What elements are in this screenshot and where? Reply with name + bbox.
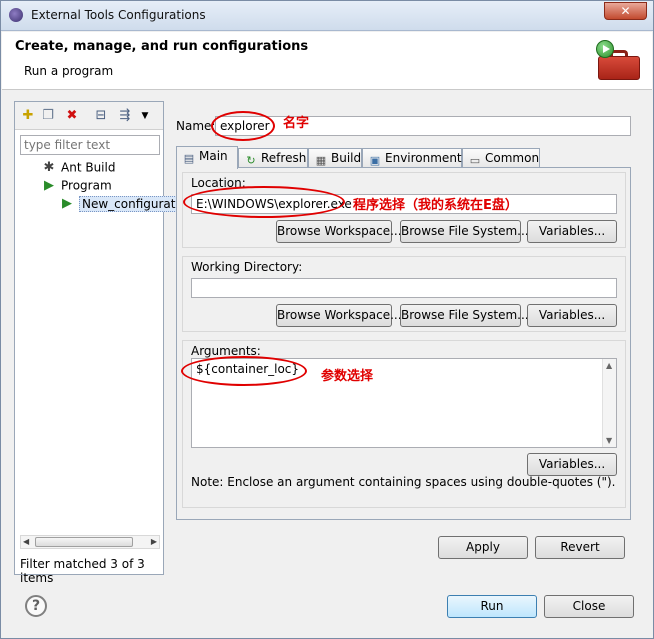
workdir-variables-button[interactable]: Variables... xyxy=(527,304,617,327)
arguments-note: Note: Enclose an argument containing spa… xyxy=(191,475,616,489)
new-config-icon[interactable]: ✚ xyxy=(20,108,36,124)
revert-button[interactable]: Revert xyxy=(535,536,625,559)
tree-item-program[interactable]: ▶ Program xyxy=(41,178,112,196)
workdir-browse-filesystem-button[interactable]: Browse File System... xyxy=(400,304,529,327)
horizontal-scrollbar[interactable]: ◀ ▶ xyxy=(20,535,160,549)
external-tools-dialog: External Tools Configurations ✕ Create, … xyxy=(0,0,654,639)
name-label: Name: xyxy=(176,119,216,133)
program-icon: ▶ xyxy=(44,178,54,193)
working-directory-field[interactable] xyxy=(191,278,617,298)
filter-input[interactable] xyxy=(20,135,160,155)
dialog-header: Create, manage, and run configurations R… xyxy=(2,32,652,90)
tree-item-ant-build[interactable]: ✱ Ant Build xyxy=(41,160,116,178)
arguments-highlight-ellipse xyxy=(181,356,307,386)
duplicate-icon[interactable]: ❐ xyxy=(40,108,56,124)
build-icon: ▦ xyxy=(315,154,327,167)
ant-icon: ✱ xyxy=(43,160,55,175)
main-tab-panel: Location: E:\WINDOWS\explorer.exe Browse… xyxy=(176,167,631,520)
apply-button[interactable]: Apply xyxy=(438,536,528,559)
window-title: External Tools Configurations xyxy=(31,8,206,22)
left-toolbar: ✚ ❐ ✖ ⊟ ⇶ ▼ xyxy=(15,102,163,130)
annotation-name: 名字 xyxy=(283,116,310,131)
collapse-all-icon[interactable]: ⊟ xyxy=(93,108,109,124)
arguments-scrollbar[interactable]: ▲ ▼ xyxy=(602,359,616,447)
configuration-editor: Name: explorer 名字 ▤ Main ↻ Refresh ▦ Build … xyxy=(167,101,642,575)
filter-status: Filter matched 3 of 3 items xyxy=(20,557,145,585)
window-close-button[interactable]: ✕ xyxy=(604,2,647,20)
scroll-up-icon[interactable]: ▲ xyxy=(606,361,612,370)
scroll-left-icon[interactable]: ◀ xyxy=(23,536,29,548)
tab-common[interactable]: ▭ Common xyxy=(462,148,540,168)
annotation-location: 程序选择（我的系统在E盘） xyxy=(353,198,518,213)
arguments-variables-button[interactable]: Variables... xyxy=(527,453,617,476)
toolbox-run-icon xyxy=(596,40,642,82)
annotation-arguments: 参数选择 xyxy=(321,369,374,384)
header-title: Create, manage, and run configurations xyxy=(15,39,309,54)
tab-main[interactable]: ▤ Main xyxy=(176,146,238,169)
tab-environment[interactable]: ▣ Environment xyxy=(362,148,462,168)
header-subtitle: Run a program xyxy=(24,64,114,78)
filter-icon[interactable]: ⇶ xyxy=(117,108,133,124)
run-button[interactable]: Run xyxy=(447,595,537,618)
launch-config-icon: ▶ xyxy=(62,196,72,211)
eclipse-icon xyxy=(9,8,23,22)
main-tab-icon: ▤ xyxy=(183,152,195,165)
view-menu-chevron-icon[interactable]: ▼ xyxy=(137,108,153,124)
close-button[interactable]: Close xyxy=(544,595,634,618)
configuration-list-pane: ✚ ❐ ✖ ⊟ ⇶ ▼ ✱Ant Build ▶Program ▶New_con… xyxy=(14,101,197,585)
delete-icon[interactable]: ✖ xyxy=(64,108,80,124)
scroll-right-icon[interactable]: ▶ xyxy=(151,536,157,548)
tab-build[interactable]: ▦ Build xyxy=(308,148,362,168)
working-directory-group: Working Directory: Browse Workspace... B… xyxy=(182,256,626,332)
name-field[interactable]: explorer xyxy=(215,116,631,136)
environment-icon: ▣ xyxy=(369,154,381,167)
common-icon: ▭ xyxy=(469,154,481,167)
location-variables-button[interactable]: Variables... xyxy=(527,220,617,243)
name-highlight-ellipse xyxy=(211,111,275,141)
help-icon[interactable]: ? xyxy=(25,595,47,617)
working-directory-label: Working Directory: xyxy=(191,260,303,274)
workdir-browse-workspace-button[interactable]: Browse Workspace... xyxy=(276,304,402,327)
tab-refresh[interactable]: ↻ Refresh xyxy=(238,148,308,168)
scroll-down-icon[interactable]: ▼ xyxy=(606,436,612,445)
location-browse-filesystem-button[interactable]: Browse File System... xyxy=(400,220,529,243)
scroll-thumb[interactable] xyxy=(35,537,133,547)
title-bar: External Tools Configurations ✕ xyxy=(1,1,653,31)
refresh-icon: ↻ xyxy=(246,154,256,167)
location-highlight-ellipse xyxy=(183,186,345,218)
location-browse-workspace-button[interactable]: Browse Workspace... xyxy=(276,220,402,243)
